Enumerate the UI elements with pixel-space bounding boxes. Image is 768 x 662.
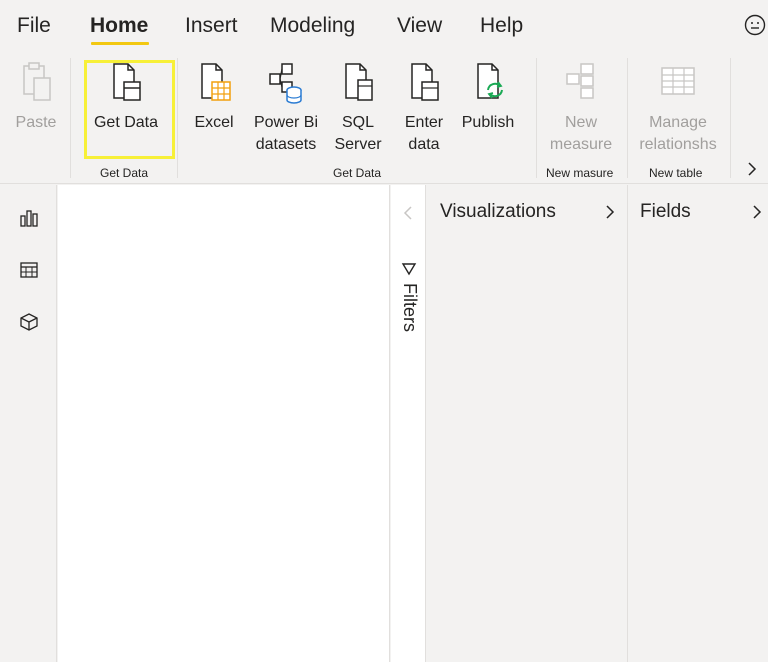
group-label-get-data: Get Data (333, 166, 382, 180)
ribbon-separator (730, 58, 731, 178)
view-switcher (0, 185, 57, 662)
chevron-right-icon[interactable] (603, 203, 617, 221)
measure-icon (566, 63, 594, 99)
enter-data-button[interactable]: Enter data (402, 60, 446, 156)
clipboard-icon (23, 62, 51, 101)
menu-bar: File Home Insert Modeling View Help (0, 0, 768, 52)
chevron-right-icon[interactable] (744, 160, 760, 178)
menu-view[interactable]: View (397, 14, 442, 38)
menu-help[interactable]: Help (480, 14, 523, 38)
new-measure-label: New measure (549, 114, 613, 153)
group-label-get-data-small: Get Data (100, 166, 149, 180)
menu-modeling[interactable]: Modeling (270, 14, 355, 38)
power-bi-datasets-button[interactable]: Power Bi datasets (253, 60, 319, 156)
table-file-icon (411, 63, 439, 101)
filter-icon (401, 263, 417, 276)
dataset-icon (269, 63, 302, 104)
model-view-icon[interactable] (18, 311, 40, 333)
ribbon-separator (536, 58, 537, 178)
power-bi-label: Power Bi datasets (253, 114, 319, 153)
enter-data-label: Enter data (404, 114, 444, 153)
group-label-new-measure: New masure (546, 166, 614, 180)
ribbon: Paste Get Data Get Data Excel Power Bi d… (0, 52, 768, 184)
ribbon-separator (627, 58, 628, 178)
publish-icon (477, 63, 503, 99)
paste-label: Paste (15, 114, 57, 131)
ribbon-separator (70, 58, 71, 178)
excel-button[interactable]: Excel (193, 60, 235, 134)
manage-relationships-button[interactable]: Manage relationshs (637, 60, 719, 156)
manage-relationships-label: Manage relationshs (639, 114, 717, 153)
active-tab-underline (91, 42, 149, 45)
filters-label[interactable]: Filters (399, 283, 420, 332)
publish-label: Publish (461, 114, 515, 131)
publish-button[interactable]: Publish (460, 60, 516, 134)
highlight-box (84, 60, 175, 159)
fields-pane: Fields (629, 185, 768, 662)
menu-home[interactable]: Home (90, 14, 148, 38)
chevron-right-icon[interactable] (750, 203, 764, 221)
data-view-icon[interactable] (18, 259, 40, 281)
relationships-icon (661, 67, 695, 95)
visualizations-pane: Visualizations (427, 185, 628, 662)
new-measure-button[interactable]: New measure (548, 60, 614, 156)
ribbon-separator (177, 58, 178, 178)
paste-button[interactable]: Paste (14, 60, 58, 134)
menu-insert[interactable]: Insert (185, 14, 238, 38)
report-view-icon[interactable] (18, 207, 40, 229)
fields-title: Fields (640, 201, 691, 222)
chevron-left-icon[interactable] (401, 205, 415, 221)
sql-server-button[interactable]: SQL Server (334, 60, 382, 156)
excel-icon (201, 63, 231, 101)
menu-file[interactable]: File (17, 14, 51, 38)
visualizations-title: Visualizations (440, 201, 556, 222)
report-canvas[interactable] (58, 185, 390, 662)
feedback-face-icon[interactable] (744, 14, 766, 36)
sql-server-icon (345, 63, 373, 101)
filters-pane: Filters (391, 185, 426, 662)
excel-label: Excel (194, 114, 234, 131)
sql-server-label: SQL Server (334, 114, 382, 153)
group-label-new-table: New table (649, 166, 703, 180)
